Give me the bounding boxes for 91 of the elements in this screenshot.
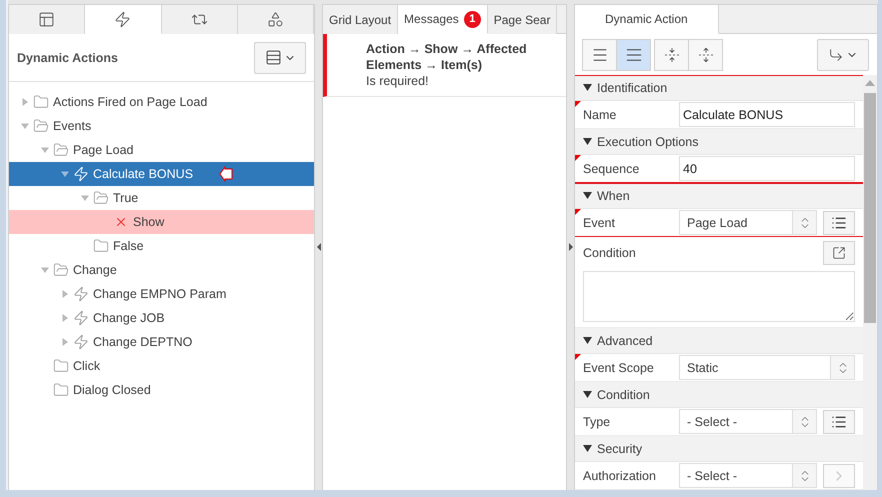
property-label: Name [583, 108, 618, 122]
collapse-triangle-icon[interactable] [583, 138, 592, 145]
collapse-triangle-icon[interactable] [583, 391, 592, 398]
tree-node[interactable]: Calculate BONUS [9, 162, 314, 186]
expanded-triangle-icon[interactable] [61, 170, 69, 178]
select-field[interactable]: - Select - [679, 409, 817, 434]
list-icon [831, 214, 847, 230]
collapse-triangle-icon[interactable] [583, 84, 592, 91]
cross-icon [114, 215, 128, 229]
expanded-triangle-icon[interactable] [81, 194, 89, 202]
tree-node[interactable]: Change EMPNO Param [9, 282, 314, 306]
collapse-icon [664, 47, 680, 63]
tree-node[interactable]: Events [9, 114, 314, 138]
view-button[interactable] [582, 39, 617, 71]
tree-node[interactable]: Change JOB [9, 306, 314, 330]
folder-icon [53, 262, 69, 278]
folder-icon [33, 94, 49, 110]
menu-button[interactable] [254, 42, 306, 74]
folder-icon [53, 358, 69, 374]
panel-tab[interactable] [9, 5, 86, 34]
property-label: Type [583, 414, 612, 428]
collapse-triangle-icon[interactable] [583, 445, 592, 452]
text-field[interactable]: 40 [679, 156, 855, 181]
section-title: Condition [597, 388, 650, 402]
tree-node[interactable]: Actions Fired on Page Load [9, 90, 314, 114]
collapse-button[interactable] [654, 39, 689, 71]
expanded-triangle-icon[interactable] [21, 122, 29, 130]
property-label: Condition [583, 246, 637, 260]
collapsed-triangle-icon[interactable] [61, 314, 69, 322]
lightning-icon [114, 10, 132, 28]
list-icon [831, 414, 847, 430]
section-title: Identification [597, 80, 668, 94]
tree-node[interactable]: Change DEPTNO [9, 330, 314, 354]
folder-icon [93, 238, 109, 254]
section-title: When [597, 188, 630, 202]
property-label: Event [583, 216, 616, 230]
panel-tab[interactable]: Dynamic Action [575, 5, 719, 34]
collapsed-triangle-icon[interactable] [61, 338, 69, 346]
section-title: Execution Options [597, 134, 698, 148]
tree-node[interactable]: True [9, 186, 314, 210]
message-text: Is required! [366, 73, 430, 89]
rows-icon [264, 49, 282, 66]
lightning-icon [73, 286, 89, 302]
expanded-triangle-icon[interactable] [41, 266, 49, 274]
section-title: Security [597, 442, 642, 456]
scrollbar[interactable] [863, 75, 877, 490]
select-field[interactable]: - Select - [679, 463, 817, 488]
property-label: Event Scope [583, 360, 655, 374]
open-external-icon [832, 246, 846, 260]
panel-title: Dynamic Actions [17, 50, 118, 64]
collapse-triangle-icon[interactable] [583, 192, 592, 199]
count-badge: 1 [464, 10, 481, 28]
panel-tab[interactable]: Grid Layout [323, 5, 398, 34]
expand-button[interactable] [823, 241, 855, 265]
list-button[interactable] [823, 210, 855, 234]
shapes-icon [266, 11, 284, 28]
panel-tab[interactable] [162, 5, 238, 34]
select-field[interactable]: Page Load [679, 210, 817, 235]
lightning-icon [73, 334, 89, 350]
tree-node[interactable]: Page Load [9, 138, 314, 162]
collapsed-triangle-icon[interactable] [21, 98, 29, 106]
expand-icon [698, 47, 714, 63]
lightning-icon [73, 310, 89, 326]
panel-tab[interactable]: Page Sear [488, 5, 558, 34]
property-label: Authorization [583, 468, 657, 482]
layout-icon [38, 11, 56, 28]
view-button[interactable] [616, 39, 651, 71]
section-title: Advanced [597, 334, 653, 348]
select-field[interactable]: Static [679, 355, 855, 380]
panel-tab[interactable]: Messages 1 [398, 5, 488, 34]
curved-arrow-icon [828, 47, 844, 63]
tree-node[interactable]: Dialog Closed [9, 378, 314, 402]
collapsed-triangle-icon[interactable] [61, 290, 69, 298]
folder-icon [33, 118, 49, 134]
folder-icon [53, 142, 69, 158]
lightning-icon [73, 166, 89, 182]
panel-tab[interactable] [85, 5, 162, 34]
scroll-up-icon[interactable] [865, 79, 875, 87]
folder-icon [53, 382, 69, 398]
list-button[interactable] [823, 410, 855, 434]
property-label: Sequence [583, 162, 640, 176]
message-title: Action → Show → Affected Elements → Item(s) [366, 41, 528, 73]
tree-node[interactable]: Change [9, 258, 314, 282]
tree-node[interactable]: Show [9, 210, 314, 234]
collapse-triangle-icon[interactable] [583, 337, 592, 344]
folder-icon [93, 190, 109, 206]
tree-node[interactable]: Click [9, 354, 314, 378]
expanded-triangle-icon[interactable] [41, 146, 49, 154]
tree-node[interactable]: False [9, 234, 314, 258]
text-field[interactable]: Calculate BONUS [679, 102, 855, 127]
panel-tab[interactable] [238, 5, 314, 34]
